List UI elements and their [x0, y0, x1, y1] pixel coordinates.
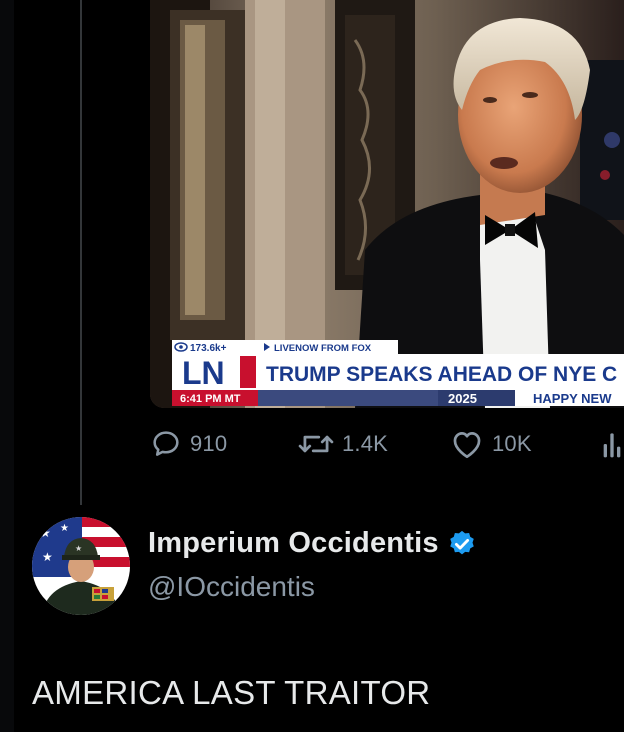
svg-text:★: ★ — [75, 544, 82, 553]
headline: TRUMP SPEAKS AHEAD OF NYE C — [266, 363, 617, 386]
verified-badge-icon — [449, 530, 474, 554]
repost-count: 1.4K — [342, 431, 389, 456]
broadcast-time: 6:41 PM MT — [180, 393, 241, 405]
live-label: LIVENOW FROM FOX — [274, 343, 372, 354]
analytics-icon — [603, 433, 621, 458]
svg-text:★: ★ — [40, 526, 51, 540]
author-name-row[interactable]: Imperium Occidentis — [148, 527, 477, 560]
reply-icon — [153, 431, 179, 456]
news-ticker: 173.6k+ LIVENOW FROM FOX LN TRUMP SPEAKS… — [172, 340, 624, 406]
engagement-bar: 910 1.4K 10K — [150, 420, 624, 468]
repost-button[interactable]: 1.4K — [298, 420, 388, 468]
ticker-year: 2025 — [448, 391, 477, 406]
author-handle[interactable]: @IOccidentis — [148, 571, 315, 603]
tweet-thread-view: 173.6k+ LIVENOW FROM FOX LN TRUMP SPEAKS… — [0, 0, 624, 732]
views-button[interactable] — [602, 420, 624, 468]
heart-icon — [453, 432, 481, 459]
svg-text:★: ★ — [42, 550, 53, 564]
like-button[interactable]: 10K — [450, 420, 532, 468]
thread-connector-line — [80, 0, 82, 505]
ticker-text: HAPPY NEW — [533, 391, 612, 406]
window-edge — [0, 0, 14, 732]
video-media[interactable]: 173.6k+ LIVENOW FROM FOX LN TRUMP SPEAKS… — [150, 0, 624, 408]
reply-count: 910 — [190, 431, 228, 456]
like-count: 10K — [492, 431, 532, 456]
tweet-text: AMERICA LAST TRAITOR — [32, 674, 431, 711]
repost-icon — [298, 435, 334, 453]
display-name[interactable]: Imperium Occidentis — [148, 527, 439, 560]
avatar[interactable]: ★ ★ ★ ★ — [32, 517, 130, 615]
network-logo: LN — [182, 355, 225, 391]
avatar-image: ★ ★ ★ ★ — [32, 517, 130, 615]
svg-text:★: ★ — [60, 523, 69, 534]
reply-button[interactable]: 910 — [150, 420, 227, 468]
view-count: 173.6k+ — [190, 343, 227, 354]
